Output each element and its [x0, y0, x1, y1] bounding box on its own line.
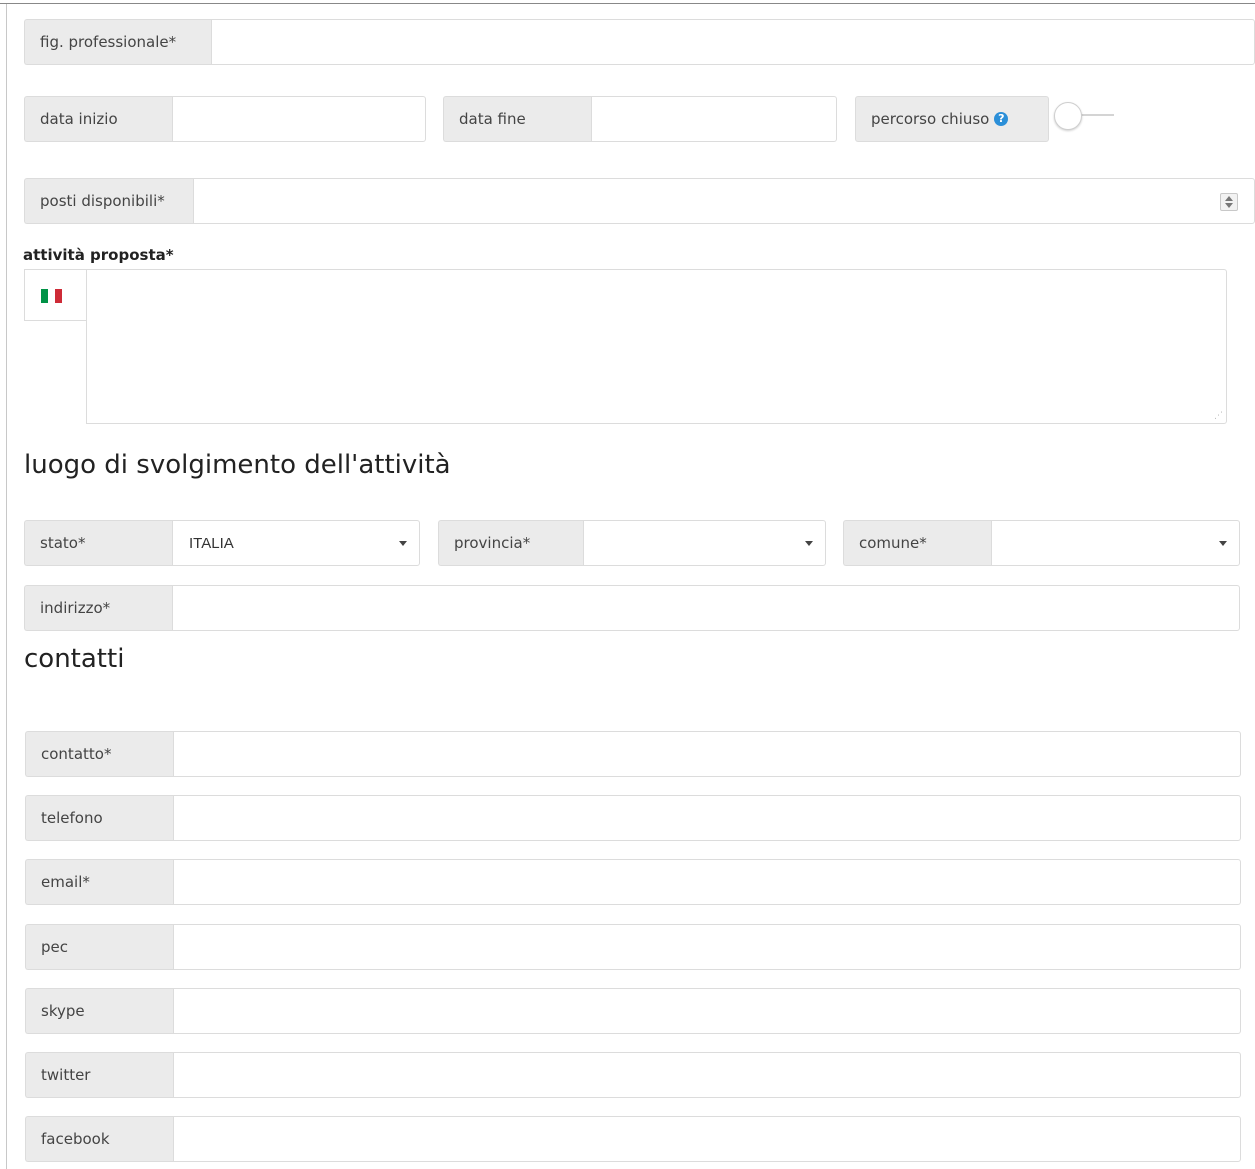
telefono-group: telefono	[25, 795, 1241, 841]
fig-professionale-group: fig. professionale*	[24, 19, 1255, 65]
attivita-proposta-textarea[interactable]: ⋰	[86, 269, 1227, 424]
comune-label: comune*	[843, 520, 991, 566]
chevron-down-icon	[805, 541, 813, 546]
percorso-chiuso-label: percorso chiuso ?	[855, 96, 1049, 142]
top-divider	[0, 3, 1255, 4]
stato-label: stato*	[24, 520, 172, 566]
email-group: email*	[25, 859, 1241, 905]
number-stepper[interactable]	[1220, 193, 1238, 211]
chevron-down-icon	[399, 541, 407, 546]
data-inizio-input[interactable]	[172, 96, 426, 142]
percorso-chiuso-text: percorso chiuso	[871, 110, 990, 128]
stato-select[interactable]: ITALIA	[172, 520, 420, 566]
pec-group: pec	[25, 924, 1241, 970]
twitter-group: twitter	[25, 1052, 1241, 1098]
skype-input[interactable]	[173, 988, 1241, 1034]
posti-disponibili-label: posti disponibili*	[24, 178, 193, 224]
contatto-input[interactable]	[173, 731, 1241, 777]
pec-label: pec	[25, 924, 173, 970]
provincia-group: provincia*	[438, 520, 826, 566]
data-fine-input[interactable]	[591, 96, 837, 142]
facebook-group: facebook	[25, 1116, 1241, 1162]
telefono-input[interactable]	[173, 795, 1241, 841]
skype-label: skype	[25, 988, 173, 1034]
posti-disponibili-input[interactable]	[193, 178, 1255, 224]
pec-input[interactable]	[173, 924, 1241, 970]
language-tab[interactable]	[24, 269, 87, 321]
contatto-label: contatto*	[25, 731, 173, 777]
facebook-input[interactable]	[173, 1116, 1241, 1162]
contatto-group: contatto*	[25, 731, 1241, 777]
stepper-up-icon[interactable]	[1225, 196, 1233, 201]
percorso-chiuso-group: percorso chiuso ?	[855, 96, 1049, 142]
provincia-label: provincia*	[438, 520, 583, 566]
data-inizio-group: data inizio	[24, 96, 426, 142]
twitter-input[interactable]	[173, 1052, 1241, 1098]
contatti-section-title: contatti	[24, 644, 125, 674]
data-fine-group: data fine	[443, 96, 837, 142]
comune-group: comune*	[843, 520, 1240, 566]
left-divider	[6, 4, 7, 1169]
posti-disponibili-group: posti disponibili*	[24, 178, 1255, 224]
email-label: email*	[25, 859, 173, 905]
chevron-down-icon	[1219, 541, 1227, 546]
question-circle-icon[interactable]: ?	[994, 112, 1009, 126]
indirizzo-label: indirizzo*	[24, 585, 172, 631]
stato-group: stato* ITALIA	[24, 520, 420, 566]
fig-professionale-input[interactable]	[211, 19, 1255, 65]
email-input[interactable]	[173, 859, 1241, 905]
telefono-label: telefono	[25, 795, 173, 841]
italian-flag-icon	[41, 289, 62, 303]
fig-professionale-label: fig. professionale*	[24, 19, 211, 65]
stepper-down-icon[interactable]	[1225, 203, 1233, 208]
resize-grip-icon[interactable]: ⋰	[1214, 411, 1223, 421]
facebook-label: facebook	[25, 1116, 173, 1162]
luogo-section-title: luogo di svolgimento dell'attività	[24, 450, 451, 480]
toggle-knob[interactable]	[1054, 102, 1082, 130]
comune-select[interactable]	[991, 520, 1240, 566]
data-fine-label: data fine	[443, 96, 591, 142]
data-inizio-label: data inizio	[24, 96, 172, 142]
indirizzo-input[interactable]	[172, 585, 1240, 631]
percorso-chiuso-toggle[interactable]	[1052, 101, 1116, 131]
stato-selected-value: ITALIA	[189, 534, 234, 552]
provincia-select[interactable]	[583, 520, 826, 566]
attivita-proposta-label: attività proposta*	[23, 246, 174, 264]
skype-group: skype	[25, 988, 1241, 1034]
twitter-label: twitter	[25, 1052, 173, 1098]
indirizzo-group: indirizzo*	[24, 585, 1240, 631]
